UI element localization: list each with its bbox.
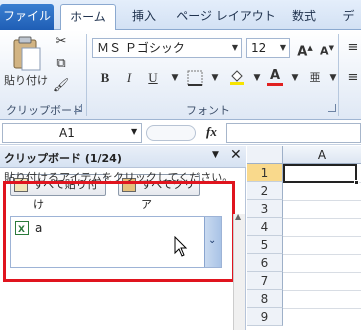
font-name-value: ＭＳ Ｐゴシック <box>97 41 185 55</box>
grow-font-button[interactable]: A▲ <box>294 38 316 59</box>
row-header[interactable]: 1 <box>247 164 283 182</box>
grid-line <box>283 254 361 255</box>
grid-line <box>283 272 361 273</box>
formula-splitter-handle[interactable] <box>146 125 196 141</box>
formula-bar: A1 ▼ fx <box>0 121 361 145</box>
row-header[interactable]: 2 <box>247 182 283 200</box>
font-size-combo[interactable]: 12 ▼ <box>246 38 290 58</box>
font-color-dropdown-icon[interactable]: ▼ <box>284 68 306 88</box>
tab-file[interactable]: ファイル <box>0 4 54 30</box>
font-group-label: フォント <box>186 104 230 117</box>
select-all-corner[interactable] <box>247 146 283 164</box>
chevron-down-icon: ▼ <box>231 43 238 52</box>
formula-input[interactable] <box>226 123 361 143</box>
font-color-button[interactable]: A <box>264 66 286 86</box>
row-header[interactable]: 9 <box>247 308 283 326</box>
grid-line <box>283 236 361 237</box>
font-color-letter: A <box>269 68 281 83</box>
font-size-value: 12 <box>251 41 267 55</box>
clipboard-launcher-icon[interactable] <box>74 104 82 112</box>
tab-data[interactable]: デ <box>336 4 361 30</box>
cut-icon[interactable]: ✂ <box>50 32 72 52</box>
phonetic-dropdown-icon[interactable]: ▼ <box>322 68 344 88</box>
format-painter-icon[interactable]: 🖌 <box>50 76 72 96</box>
bold-button[interactable]: B <box>94 68 116 88</box>
task-pane-title: クリップボード (1/24) <box>4 152 122 165</box>
task-pane-header: クリップボード (1/24) ▼ ✕ <box>0 146 246 168</box>
underline-dropdown-icon[interactable]: ▼ <box>164 68 186 88</box>
font-launcher-icon[interactable] <box>328 104 336 112</box>
tab-page-layout[interactable]: ページ レイアウト <box>176 4 276 30</box>
row-header[interactable]: 5 <box>247 236 283 254</box>
grid-line <box>283 308 361 309</box>
align-top-icon[interactable]: ≡ <box>342 38 361 58</box>
copy-icon[interactable]: ⧉ <box>50 54 72 74</box>
name-box-value: A1 <box>59 126 75 140</box>
task-pane-options-icon[interactable]: ▼ <box>212 150 219 160</box>
grid-line <box>283 290 361 291</box>
fill-handle[interactable] <box>354 180 359 185</box>
task-pane-scrollbar[interactable]: ▲ <box>233 212 245 330</box>
row-header[interactable]: 7 <box>247 272 283 290</box>
paste-label[interactable]: 貼り付け <box>4 72 48 88</box>
ribbon-tab-bar: ファイル ホーム 挿入 ページ レイアウト 数式 デ <box>0 0 361 31</box>
ribbon: 貼り付け ✂ ⧉ 🖌 クリップボード ＭＳ Ｐゴシック ▼ 12 ▼ A▲ A▼… <box>0 30 361 120</box>
align-left-icon[interactable]: ≡ <box>342 68 361 88</box>
insert-function-button[interactable]: fx <box>206 124 217 140</box>
row-header[interactable]: 6 <box>247 254 283 272</box>
scroll-up-icon[interactable]: ▲ <box>235 212 241 221</box>
active-cell-a1[interactable] <box>283 164 357 183</box>
clipboard-group-label: クリップボード <box>6 104 83 117</box>
fill-bucket-icon <box>230 70 244 85</box>
borders-button[interactable] <box>184 68 206 88</box>
fill-color-button[interactable] <box>226 68 248 88</box>
name-box[interactable]: A1 ▼ <box>2 123 142 143</box>
borders-dropdown-icon[interactable]: ▼ <box>204 68 226 88</box>
worksheet-grid: A 1 2 3 4 5 6 7 8 9 <box>247 146 361 330</box>
chevron-down-icon: ▼ <box>279 43 286 52</box>
shrink-font-button[interactable]: A▼ <box>316 38 338 58</box>
grid-line <box>283 200 361 201</box>
tab-formulas[interactable]: 数式 <box>282 4 326 30</box>
paste-icon <box>13 36 41 71</box>
font-name-combo[interactable]: ＭＳ Ｐゴシック ▼ <box>92 38 242 58</box>
font-color-bar <box>267 83 283 86</box>
row-header[interactable]: 4 <box>247 218 283 236</box>
paste-button[interactable] <box>6 36 46 72</box>
highlight-box <box>3 181 235 282</box>
tab-home[interactable]: ホーム <box>60 4 116 31</box>
chevron-down-icon: ▼ <box>131 127 138 136</box>
close-icon[interactable]: ✕ <box>230 147 242 163</box>
row-header[interactable]: 8 <box>247 290 283 308</box>
underline-button[interactable]: U <box>142 68 164 88</box>
tab-insert[interactable]: 挿入 <box>124 4 164 30</box>
group-separator <box>86 34 87 116</box>
grid-line <box>283 218 361 219</box>
clipboard-task-pane: クリップボード (1/24) ▼ ✕ すべて貼り付け すべてクリア 貼り付けるア… <box>0 146 246 330</box>
borders-icon <box>187 70 203 86</box>
column-header-a[interactable]: A <box>283 146 361 164</box>
row-header[interactable]: 3 <box>247 200 283 218</box>
italic-button[interactable]: I <box>118 68 140 88</box>
